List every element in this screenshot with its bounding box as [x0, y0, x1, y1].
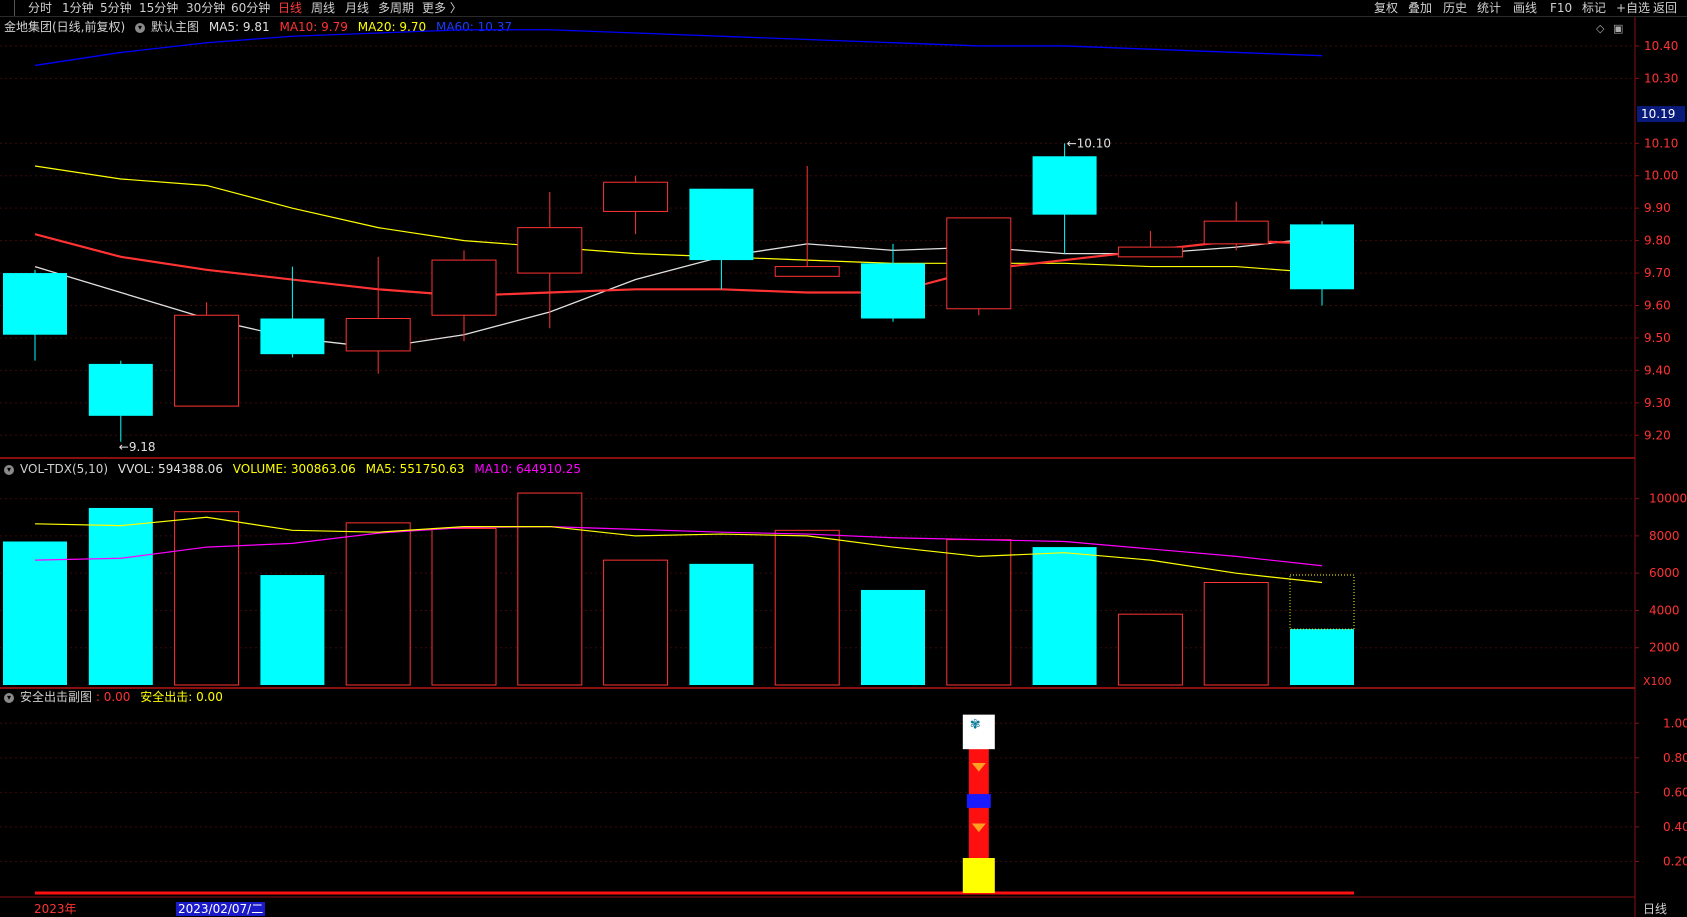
candle-down — [3, 273, 67, 335]
candle-up — [431, 259, 497, 316]
tool-8[interactable]: 返回 — [1653, 0, 1677, 16]
volume-bar-down — [88, 507, 153, 685]
period-indicator: 日线 — [1643, 902, 1668, 916]
price-axis-label: 10.10 — [1644, 136, 1678, 150]
vol-axis-label: 4000 — [1649, 603, 1680, 617]
price-axis-label: 9.20 — [1644, 428, 1671, 442]
volume-bar-up — [946, 539, 1012, 686]
volume-bar-up — [431, 527, 497, 686]
candle-up — [517, 227, 583, 274]
tab-9[interactable]: 多周期 — [378, 0, 414, 16]
price-axis-label: 10.30 — [1644, 71, 1678, 85]
tab-5[interactable]: 60分钟 — [231, 0, 270, 16]
tab-8[interactable]: 月线 — [345, 0, 369, 16]
candle-up — [603, 181, 669, 212]
price-axis-label: 9.40 — [1644, 363, 1671, 377]
year-label: 2023年 — [34, 902, 77, 916]
volume-bar-down — [3, 541, 67, 685]
candle-up — [946, 217, 1012, 310]
date-cursor-label: 2023/02/07/二 — [176, 902, 266, 916]
candle-down — [1032, 156, 1097, 215]
tool-2[interactable]: 历史 — [1443, 0, 1467, 16]
candle-down — [260, 318, 325, 355]
volume-bar-down — [689, 563, 754, 685]
volume-bar-down — [1290, 629, 1354, 685]
tab-10[interactable]: 更多 〉 — [422, 0, 462, 16]
candle-down — [1290, 224, 1354, 290]
stock-chart[interactable]: 10.40 10.30 10.10 10.00 9.90 9.80 9.70 9.60 9.50… — [0, 17, 1687, 917]
volume-bar-up — [1203, 582, 1269, 686]
price-axis-label: 9.80 — [1644, 234, 1671, 248]
volume-bar-down — [1032, 547, 1097, 685]
period-toolbar: 分时 1分钟 5分钟 15分钟 30分钟 60分钟 日线 周线 月线 多周期 更多 〉 复权 叠加 历史… — [0, 0, 1687, 17]
volume-projection — [1289, 574, 1355, 630]
signal-yellow-block — [962, 858, 995, 893]
candle-down — [861, 263, 925, 319]
tab-2[interactable]: 5分钟 — [100, 0, 132, 16]
candle-down — [88, 363, 153, 416]
sub-axis-label: 0.60 — [1663, 785, 1687, 799]
sub-axis-label: 0.80 — [1663, 751, 1687, 765]
tab-7[interactable]: 周线 — [311, 0, 335, 16]
tab-4[interactable]: 30分钟 — [186, 0, 225, 16]
sub-axis-label: 0.20 — [1663, 854, 1687, 868]
candle-up — [174, 314, 240, 407]
tool-7[interactable]: +自选 — [1616, 0, 1650, 16]
max-price-label: ←10.10 — [1067, 136, 1111, 150]
min-price-label: ←9.18 — [119, 440, 156, 454]
tab-6[interactable]: 日线 — [278, 0, 302, 16]
price-axis-label: 9.30 — [1644, 396, 1671, 410]
tab-0[interactable]: 分时 — [28, 0, 52, 16]
tool-5[interactable]: F10 — [1550, 0, 1572, 16]
volume-bar-up — [774, 529, 840, 686]
signal-blue-block — [966, 794, 991, 808]
tool-6[interactable]: 标记 — [1582, 0, 1606, 16]
volume-bar-up — [1117, 613, 1183, 686]
tab-1[interactable]: 1分钟 — [62, 0, 94, 16]
price-axis-label: 10.00 — [1644, 169, 1678, 183]
tool-4[interactable]: 画线 — [1513, 0, 1537, 16]
candle-up — [345, 317, 411, 352]
tool-3[interactable]: 统计 — [1477, 0, 1501, 16]
tab-3[interactable]: 15分钟 — [139, 0, 178, 16]
current-price-label: 10.19 — [1641, 107, 1675, 121]
candle-up — [774, 266, 840, 277]
price-axis-label: 9.70 — [1644, 266, 1671, 280]
toolbar-corner — [0, 0, 15, 16]
ma60-line — [34, 29, 1323, 67]
vol-unit-label: X100 — [1643, 675, 1672, 688]
volume-bar-down — [260, 575, 325, 685]
vol-axis-label: 8000 — [1649, 529, 1680, 543]
vol-axis-label: 2000 — [1649, 641, 1680, 655]
volume-bar-down — [861, 589, 925, 685]
volume-bar-up — [174, 511, 240, 686]
volume-bar-up — [603, 559, 669, 686]
candle-up — [1203, 220, 1269, 245]
sub-axis-label: 1.00 — [1663, 716, 1687, 730]
price-axis-label: 9.60 — [1644, 299, 1671, 313]
candle-down — [689, 188, 754, 261]
tool-0[interactable]: 复权 — [1374, 0, 1398, 16]
volume-bar-up — [517, 492, 583, 686]
sub-axis-label: 0.40 — [1663, 820, 1687, 834]
vol-axis-label: 6000 — [1649, 566, 1680, 580]
price-axis-label: 9.90 — [1644, 201, 1671, 215]
tool-1[interactable]: 叠加 — [1408, 0, 1432, 16]
volume-bar-up — [345, 522, 411, 686]
price-axis-label: 10.40 — [1644, 39, 1678, 53]
candle-up — [1117, 246, 1183, 258]
butterfly-icon: ✾ — [970, 718, 981, 733]
vol-axis-label: 10000 — [1649, 492, 1687, 506]
ma20-line — [34, 233, 1323, 297]
price-axis-label: 9.50 — [1644, 331, 1671, 345]
